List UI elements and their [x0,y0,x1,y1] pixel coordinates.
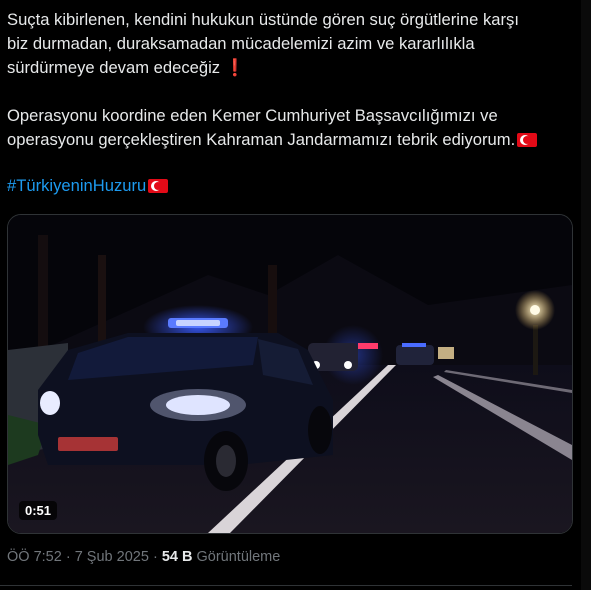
separator: · [152,549,158,565]
video-duration: 0:51 [19,501,58,520]
scrollbar[interactable] [581,0,591,590]
hashtag-link[interactable]: #TürkiyeninHuzuru [7,176,146,195]
post-line-text: operasyonu gerçekleştiren Kahraman Janda… [7,130,516,149]
views-label: Görüntüleme [196,549,281,565]
turkey-flag-icon [148,179,169,193]
post-timestamp-link[interactable]: ÖÖ 7:52 · 7 Şub 2025 [7,549,149,565]
turkey-flag-icon [517,133,538,147]
post-date: 7 Şub 2025 [74,549,149,565]
post-line: sürdürmeye devam edeceğiz ❗ [7,56,577,80]
video-thumbnail [8,215,572,533]
post-line-text: sürdürmeye devam edeceğiz [7,58,221,77]
hashtag-line: #TürkiyeninHuzuru [7,174,577,198]
post-line: Operasyonu koordine eden Kemer Cumhuriye… [7,106,498,125]
post-line: Suçta kibirlenen, kendini hukukun üstünd… [7,10,519,29]
views-count: 54 B [161,549,193,565]
separator: · [65,549,71,565]
post-meta: ÖÖ 7:52 · 7 Şub 2025 · 54 B Görüntüleme [7,549,280,565]
post-line: operasyonu gerçekleştiren Kahraman Janda… [7,128,577,152]
post-line: biz durmadan, duraksamadan mücadelemizi … [7,34,475,53]
post-time: ÖÖ 7:52 [7,549,62,565]
divider [0,585,572,586]
video-player[interactable]: 0:51 [7,214,573,534]
post-text: Suçta kibirlenen, kendini hukukun üstünd… [7,8,577,198]
red-exclamation-icon: ❗ [224,58,246,77]
